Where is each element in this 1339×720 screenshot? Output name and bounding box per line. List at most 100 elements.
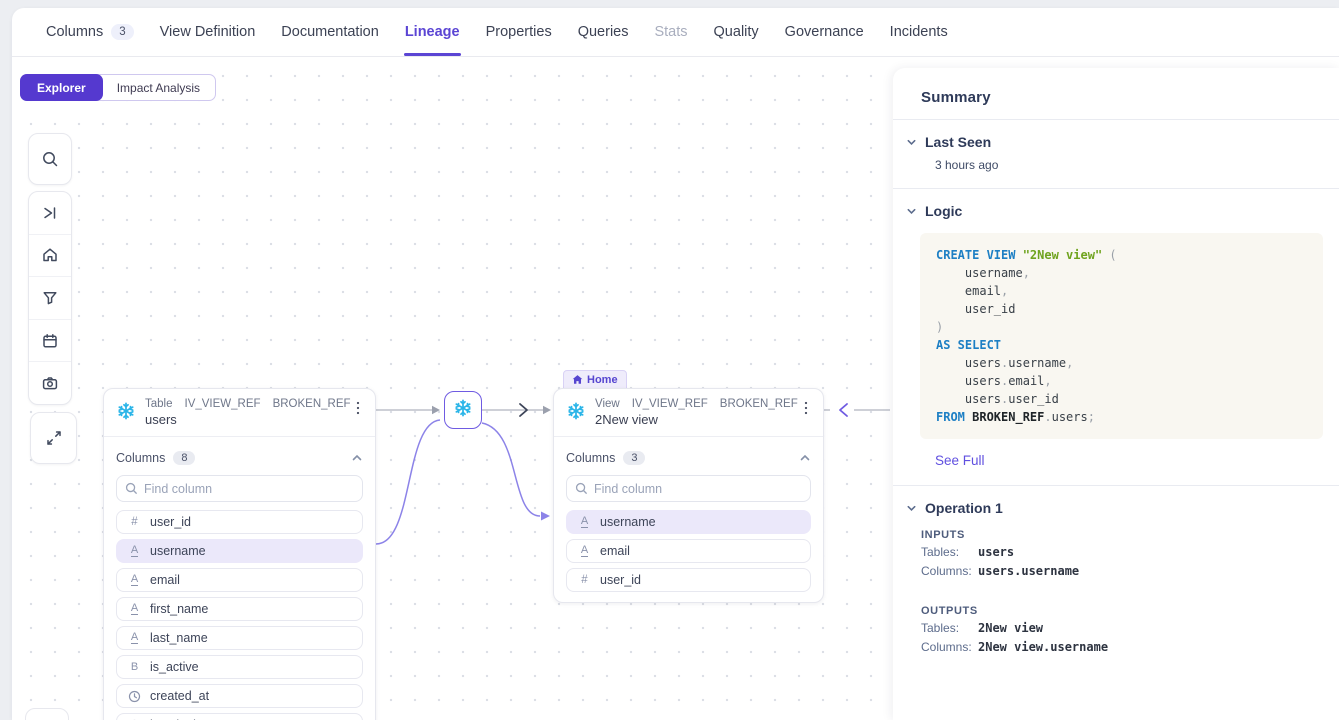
home-icon	[572, 374, 583, 385]
column-row-username[interactable]: Ausername	[566, 510, 811, 534]
inputs-label: INPUTS	[921, 529, 1323, 541]
boolean-type-icon: B	[127, 661, 142, 673]
operation-section: Operation 1 INPUTS Tables: users Columns…	[893, 486, 1339, 655]
filter-icon[interactable]	[29, 276, 71, 319]
node-menu-kebab-icon[interactable]	[797, 398, 815, 423]
node-menu-kebab-icon[interactable]	[349, 398, 367, 423]
column-row-user_id[interactable]: # user_id	[116, 510, 363, 534]
column-row-first_name[interactable]: Afirst_name	[116, 597, 363, 621]
snowflake-icon	[116, 401, 136, 426]
search-icon	[575, 482, 588, 495]
column-name: user_id	[600, 573, 641, 587]
text-type-icon: A	[127, 574, 142, 586]
column-name: email	[150, 573, 180, 587]
node-name: 2New view	[595, 412, 797, 427]
operation-section-header[interactable]: Operation 1	[906, 500, 1323, 516]
tab-lineage[interactable]: Lineage	[392, 8, 473, 56]
expand-icon[interactable]	[45, 429, 63, 447]
column-name: is_active	[150, 660, 199, 674]
camera-icon[interactable]	[29, 361, 71, 404]
view-node-2new-view[interactable]: View IV_VIEW_REF BROKEN_REF 2New view Co…	[553, 388, 824, 603]
search-icon[interactable]	[41, 150, 59, 168]
node-schema: IV_VIEW_REF	[632, 398, 708, 410]
columns-section-label: Columns	[566, 451, 615, 465]
summary-panel: Summary Last Seen 3 hours ago Logic CREA…	[893, 68, 1339, 720]
column-list: #user_idAusernameAemailAfirst_nameAlast_…	[116, 510, 363, 720]
asset-detail-card: Columns3View DefinitionDocumentationLine…	[12, 8, 1339, 720]
find-column-input[interactable]	[566, 475, 811, 502]
toolbar-group-1	[28, 133, 72, 185]
tab-documentation[interactable]: Documentation	[268, 8, 392, 56]
number-type-icon: #	[127, 516, 142, 528]
columns-label: Columns:	[921, 640, 978, 655]
node-schema: IV_VIEW_REF	[185, 398, 261, 410]
last-seen-section-header[interactable]: Last Seen	[906, 134, 1323, 150]
see-full-link[interactable]: See Full	[935, 453, 985, 468]
canvas-toolbar-clipped-button[interactable]	[25, 708, 69, 720]
column-name: email	[600, 544, 630, 558]
asset-tabs: Columns3View DefinitionDocumentationLine…	[12, 8, 1339, 57]
fit-view-icon[interactable]	[29, 192, 71, 234]
tab-quality[interactable]: Quality	[701, 8, 772, 56]
logic-section-header[interactable]: Logic	[906, 203, 1323, 219]
column-row-is_active[interactable]: Bis_active	[116, 655, 363, 679]
column-name: created_at	[150, 689, 209, 703]
lineage-mode-toggle: Explorer Impact Analysis	[20, 74, 216, 101]
column-row-created_at[interactable]: created_at	[116, 684, 363, 708]
tab-governance[interactable]: Governance	[772, 8, 877, 56]
number-type-icon: #	[577, 574, 592, 586]
column-name: user_id	[150, 515, 191, 529]
home-badge[interactable]: Home	[563, 370, 627, 389]
tab-queries[interactable]: Queries	[565, 8, 642, 56]
column-row-last_login[interactable]: last_login	[116, 713, 363, 720]
snowflake-icon	[566, 401, 586, 426]
logic-section: Logic CREATE VIEW "2New view" ( username…	[893, 189, 1339, 485]
snowflake-icon	[453, 398, 473, 423]
tab-columns[interactable]: Columns3	[33, 8, 147, 56]
text-type-icon: A	[127, 603, 142, 615]
collapse-columns-chevron-up-icon[interactable]	[351, 452, 363, 464]
column-name: first_name	[150, 602, 208, 616]
tables-label: Tables:	[921, 621, 978, 636]
toolbar-group-2	[28, 191, 72, 405]
column-row-last_name[interactable]: Alast_name	[116, 626, 363, 650]
table-node-users[interactable]: Table IV_VIEW_REF BROKEN_REF users Colum…	[103, 388, 376, 720]
tab-stats[interactable]: Stats	[641, 8, 700, 56]
process-node[interactable]	[444, 391, 482, 429]
column-row-user_id[interactable]: # user_id	[566, 568, 811, 592]
text-type-icon: A	[127, 545, 142, 557]
impact-analysis-mode-button[interactable]: Impact Analysis	[102, 75, 215, 100]
search-icon	[125, 482, 138, 495]
tables-label: Tables:	[921, 545, 978, 560]
find-column-input[interactable]	[116, 475, 363, 502]
input-tables-value: users	[978, 545, 1014, 560]
column-name: username	[150, 544, 206, 558]
outputs-label: OUTPUTS	[921, 605, 1323, 617]
column-row-email[interactable]: Aemail	[566, 539, 811, 563]
toolbar-group-3	[30, 412, 77, 464]
tab-view-definition[interactable]: View Definition	[147, 8, 269, 56]
chevron-down-icon	[906, 137, 917, 148]
node-name: users	[145, 412, 349, 427]
timestamp-type-icon	[127, 690, 142, 703]
tab-incidents[interactable]: Incidents	[877, 8, 961, 56]
view-definition-sql: CREATE VIEW "2New view" ( username, emai…	[920, 233, 1323, 439]
last-seen-value: 3 hours ago	[935, 158, 1323, 172]
collapse-columns-chevron-up-icon[interactable]	[799, 452, 811, 464]
input-columns-value: users.username	[978, 564, 1079, 579]
tab-properties[interactable]: Properties	[473, 8, 565, 56]
columns-label: Columns:	[921, 564, 978, 579]
explorer-mode-button[interactable]: Explorer	[20, 74, 103, 101]
calendar-icon[interactable]	[29, 319, 71, 362]
text-type-icon: A	[577, 516, 592, 528]
column-row-email[interactable]: Aemail	[116, 568, 363, 592]
text-type-icon: A	[127, 632, 142, 644]
home-icon[interactable]	[29, 234, 71, 277]
columns-section-label: Columns	[116, 451, 165, 465]
output-columns-value: 2New view.username	[978, 640, 1108, 655]
output-tables-value: 2New view	[978, 621, 1043, 636]
column-name: username	[600, 515, 656, 529]
column-row-username[interactable]: Ausername	[116, 539, 363, 563]
node-type-label: View	[595, 398, 620, 410]
text-type-icon: A	[577, 545, 592, 557]
